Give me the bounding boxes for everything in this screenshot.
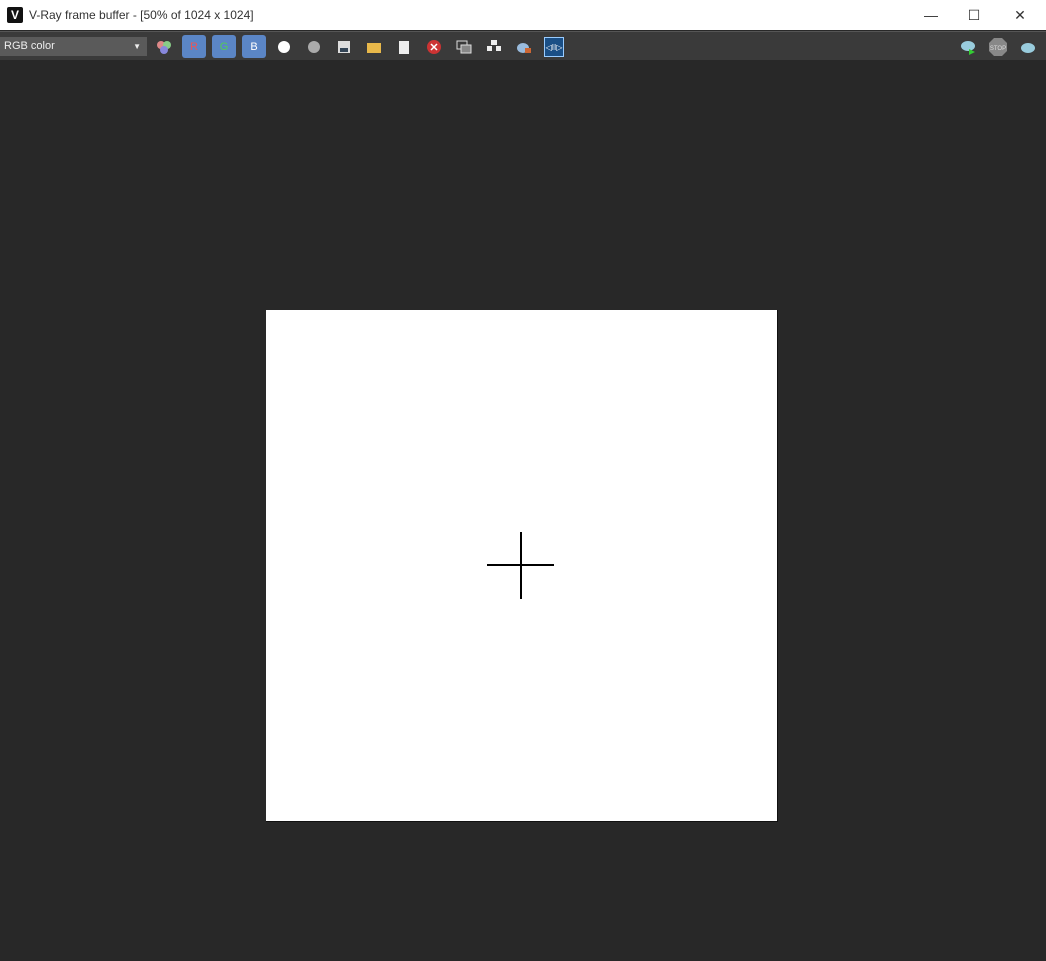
red-channel-button[interactable]: R	[182, 35, 206, 58]
open-folder-icon[interactable]	[364, 37, 384, 57]
title-bar: V V-Ray frame buffer - [50% of 1024 x 10…	[0, 0, 1046, 30]
mono-white-icon[interactable]	[274, 37, 294, 57]
render-teapot-icon[interactable]	[958, 37, 978, 57]
channel-value: RGB color	[4, 40, 55, 52]
clear-icon[interactable]	[424, 37, 444, 57]
track-mouse-icon[interactable]	[484, 37, 504, 57]
save-icon[interactable]	[334, 37, 354, 57]
green-channel-button[interactable]: G	[212, 35, 236, 58]
blue-channel-button[interactable]: B	[242, 35, 266, 58]
toolbar: RGB color ▼ R G B ◁II▷ STOP	[0, 31, 1046, 60]
alpha-icon[interactable]	[304, 37, 324, 57]
crosshair-vertical	[520, 532, 522, 599]
chevron-down-icon: ▼	[133, 42, 141, 51]
window-title: V-Ray frame buffer - [50% of 1024 x 1024…	[29, 8, 254, 22]
clipboard-icon[interactable]	[394, 37, 414, 57]
color-channels-icon[interactable]	[154, 37, 174, 57]
stop-icon[interactable]: STOP	[988, 37, 1008, 57]
close-button[interactable]: ✕	[997, 0, 1043, 30]
region-render-icon[interactable]	[454, 37, 474, 57]
vfb-history-icon[interactable]: ◁II▷	[544, 37, 564, 57]
render-image[interactable]	[266, 310, 778, 822]
interactive-render-icon[interactable]	[1018, 37, 1038, 57]
vray-logo-icon: V	[7, 7, 23, 23]
svg-text:STOP: STOP	[990, 46, 1006, 52]
channel-select[interactable]: RGB color ▼	[0, 37, 147, 56]
minimize-button[interactable]: —	[908, 0, 954, 30]
render-last-icon[interactable]	[514, 37, 534, 57]
maximize-button[interactable]: ☐	[951, 0, 997, 30]
